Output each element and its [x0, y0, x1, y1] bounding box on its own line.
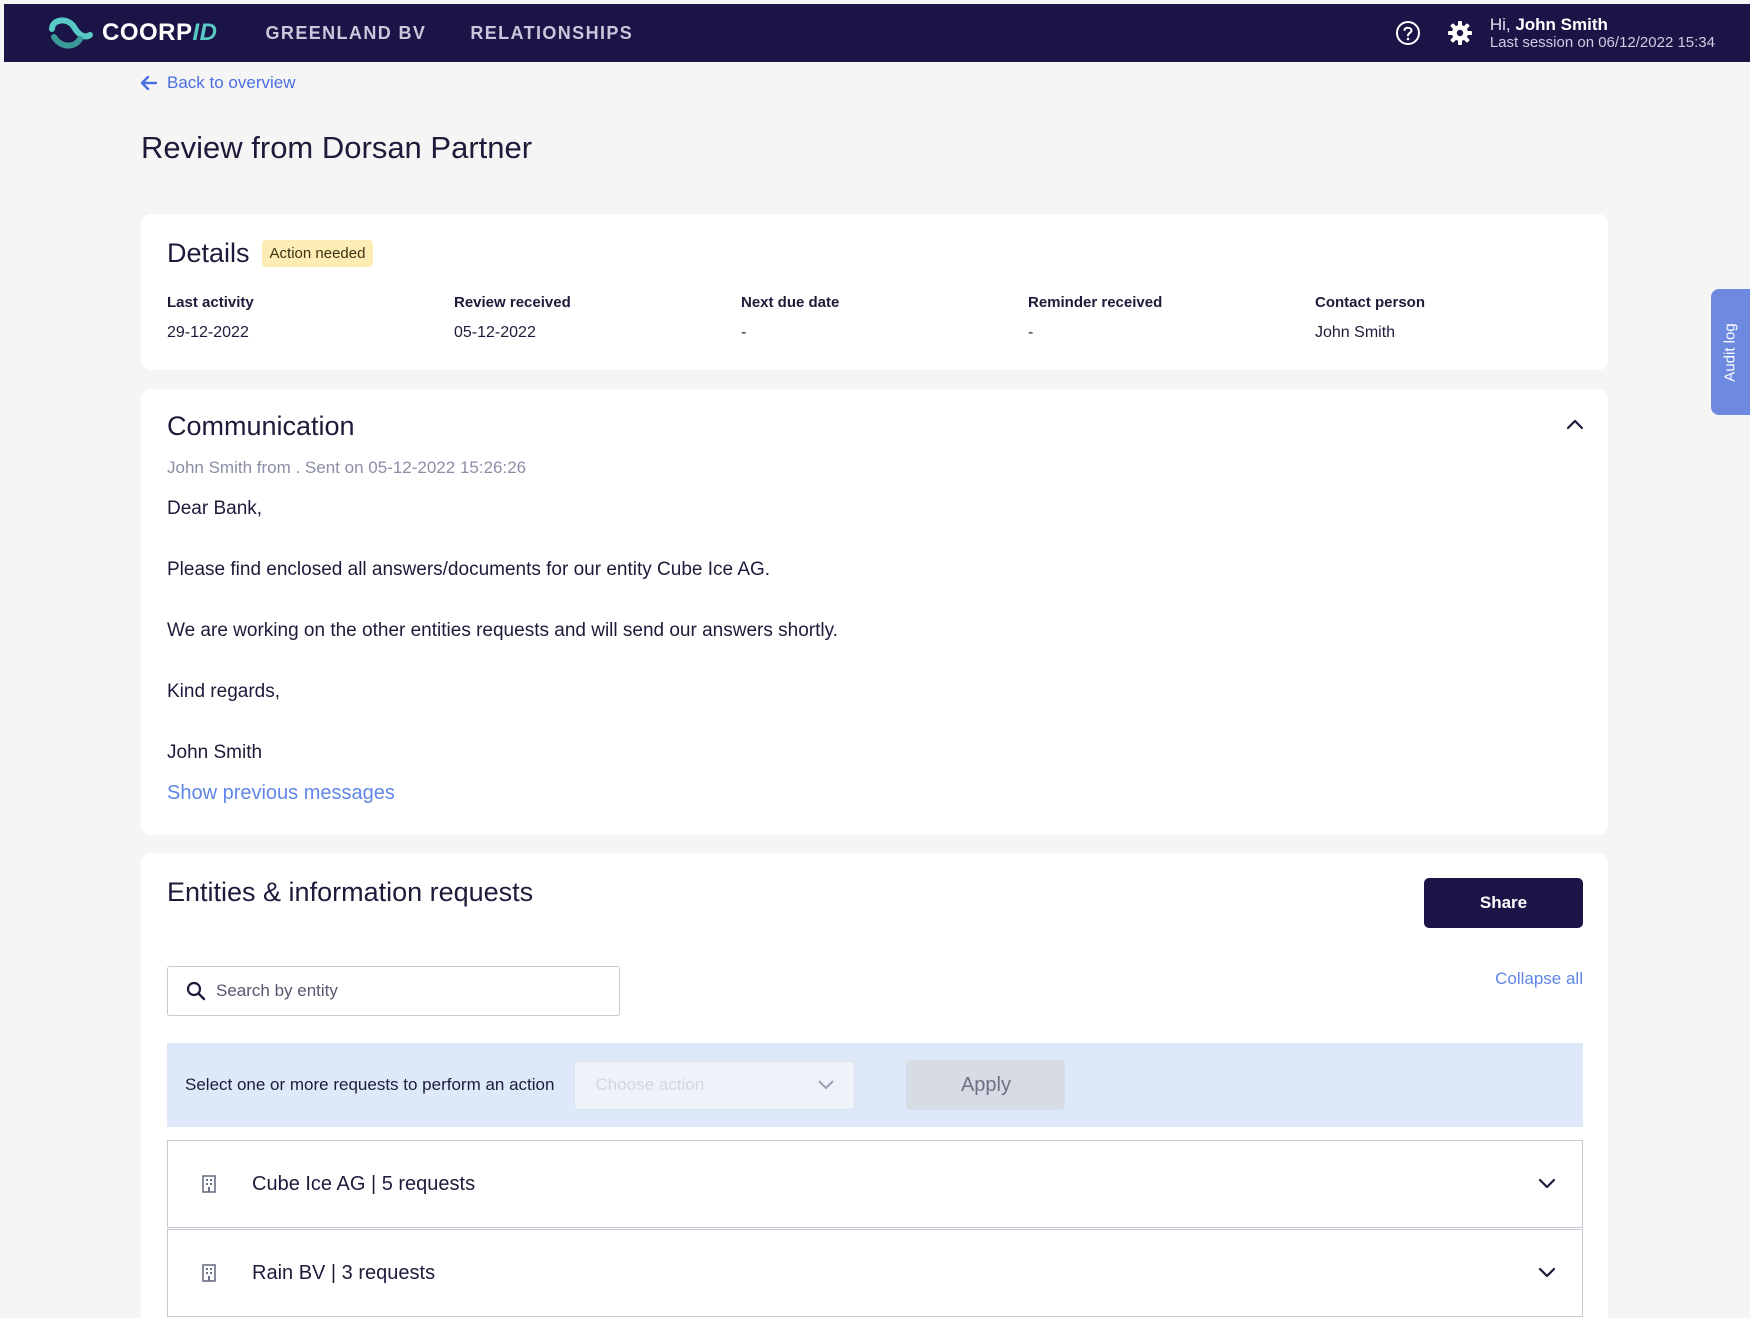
user-greeting: Hi, John Smith	[1489, 14, 1608, 34]
collapse-all-link[interactable]: Collapse all	[1495, 969, 1583, 989]
search-icon	[186, 981, 206, 1001]
entities-card: Entities & information requests Share Co…	[141, 853, 1608, 1318]
coorpid-logo-icon	[49, 17, 93, 49]
bulk-action-bar: Select one or more requests to perform a…	[167, 1043, 1583, 1127]
brand-logo[interactable]: COORPID	[44, 4, 218, 62]
chevron-down-icon[interactable]	[1538, 1178, 1556, 1190]
arrow-left-icon	[141, 76, 157, 90]
gear-icon[interactable]	[1444, 17, 1476, 49]
next-due-date-field: Next due date -	[741, 294, 840, 341]
chevron-up-icon[interactable]	[1566, 417, 1584, 435]
contact-person-field: Contact person John Smith	[1315, 294, 1426, 341]
communication-title: Communication	[167, 411, 355, 441]
communication-card: Communication John Smith from . Sent on …	[141, 389, 1608, 835]
search-input[interactable]	[216, 981, 596, 1001]
share-button[interactable]: Share	[1424, 878, 1583, 928]
message-sender-line: John Smith from . Sent on 05-12-2022 15:…	[167, 458, 527, 477]
message-line: Kind regards,	[167, 681, 281, 702]
user-menu[interactable]: Hi, John Smith Last session on 06/12/202…	[1490, 15, 1715, 52]
last-session-info: Last session on 06/12/2022 15:34	[1489, 34, 1715, 52]
details-title: Details	[167, 238, 250, 268]
page-title: Review from Dorsan Partner	[141, 130, 533, 165]
choose-action-placeholder: Choose action	[595, 1075, 705, 1094]
help-icon[interactable]	[1392, 17, 1424, 49]
entity-label: Cube Ice AG | 5 requests	[252, 1172, 476, 1195]
bulk-action-label: Select one or more requests to perform a…	[185, 1075, 555, 1094]
last-activity-field: Last activity 29-12-2022	[167, 294, 254, 341]
back-to-overview-link[interactable]: Back to overview	[141, 73, 296, 93]
back-link-label: Back to overview	[167, 73, 296, 92]
user-name: John Smith	[1515, 14, 1608, 34]
message-body: Dear Bank, Please find enclosed all answ…	[167, 497, 838, 802]
chevron-down-icon[interactable]	[1538, 1267, 1556, 1279]
message-line: Please find enclosed all answers/documen…	[167, 559, 771, 580]
entity-label: Rain BV | 3 requests	[252, 1261, 436, 1284]
message-line: We are working on the other entities req…	[167, 620, 838, 641]
building-icon	[202, 1264, 216, 1282]
building-icon	[202, 1175, 216, 1193]
choose-action-select[interactable]: Choose action	[574, 1060, 856, 1110]
nav-item-relationships[interactable]: RELATIONSHIPS	[470, 23, 633, 44]
chevron-down-icon	[818, 1080, 834, 1089]
reminder-received-field: Reminder received -	[1028, 294, 1163, 341]
details-card: Details Action needed Last activity 29-1…	[141, 214, 1608, 370]
nav-item-greenland-bv[interactable]: GREENLAND BV	[266, 23, 427, 44]
status-badge: Action needed	[261, 240, 374, 267]
audit-log-tab[interactable]: Audit log	[1711, 289, 1750, 415]
entities-title: Entities & information requests	[167, 877, 534, 907]
audit-log-label: Audit log	[1722, 322, 1739, 382]
entity-row[interactable]: Rain BV | 3 requests	[167, 1229, 1583, 1317]
apply-button[interactable]: Apply	[906, 1060, 1066, 1110]
brand-name: COORPID	[102, 19, 218, 46]
entity-row[interactable]: Cube Ice AG | 5 requests	[167, 1140, 1583, 1228]
show-previous-messages-link[interactable]: Show previous messages	[167, 782, 395, 805]
top-navigation-bar: COORPID GREENLAND BV RELATIONSHIPS Hi, J…	[4, 4, 1750, 62]
search-field[interactable]	[167, 966, 620, 1016]
review-received-field: Review received 05-12-2022	[454, 294, 571, 341]
message-line: Dear Bank,	[167, 498, 263, 519]
